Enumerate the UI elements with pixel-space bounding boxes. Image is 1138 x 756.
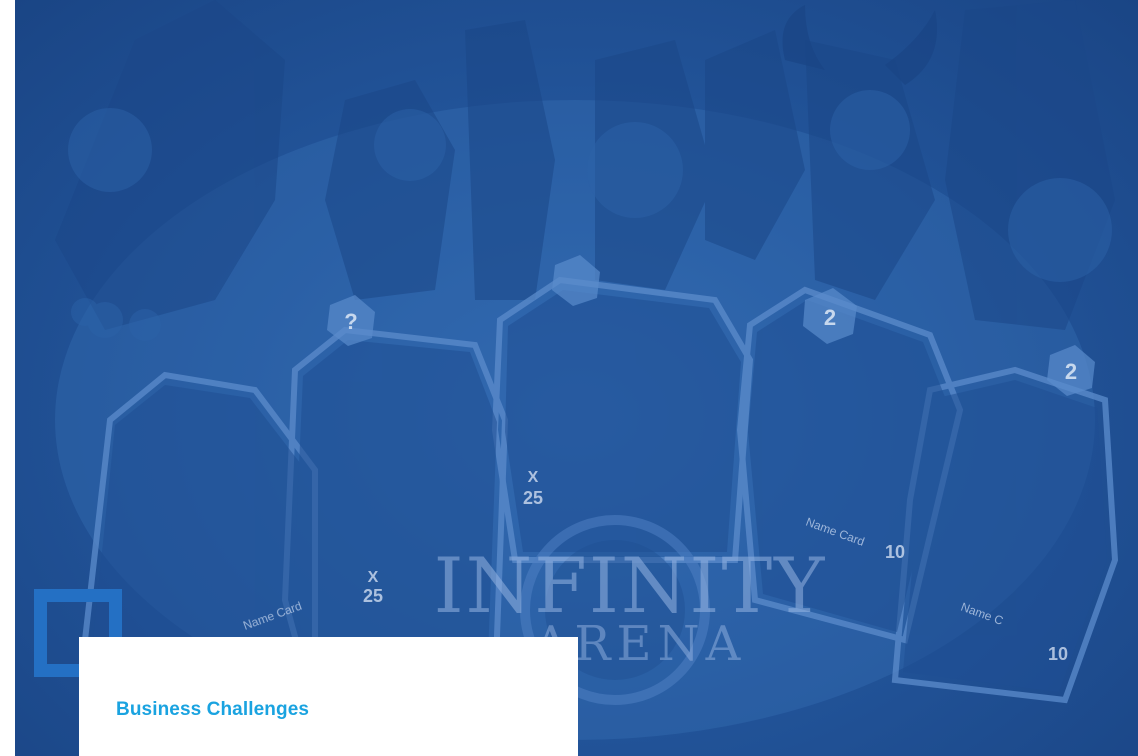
svg-text:10: 10 [1048,644,1068,664]
svg-text:?: ? [344,309,357,334]
svg-text:2: 2 [824,305,836,330]
svg-text:X: X [528,469,539,486]
svg-text:X: X [368,569,379,586]
svg-text:10: 10 [885,542,905,562]
svg-text:25: 25 [523,488,543,508]
game-logo-title: INFINITY [433,541,827,630]
section-heading: Business Challenges [116,699,310,720]
svg-text:25: 25 [363,586,383,606]
svg-text:2: 2 [1065,359,1077,384]
content-card: Business Challenges [79,637,578,756]
